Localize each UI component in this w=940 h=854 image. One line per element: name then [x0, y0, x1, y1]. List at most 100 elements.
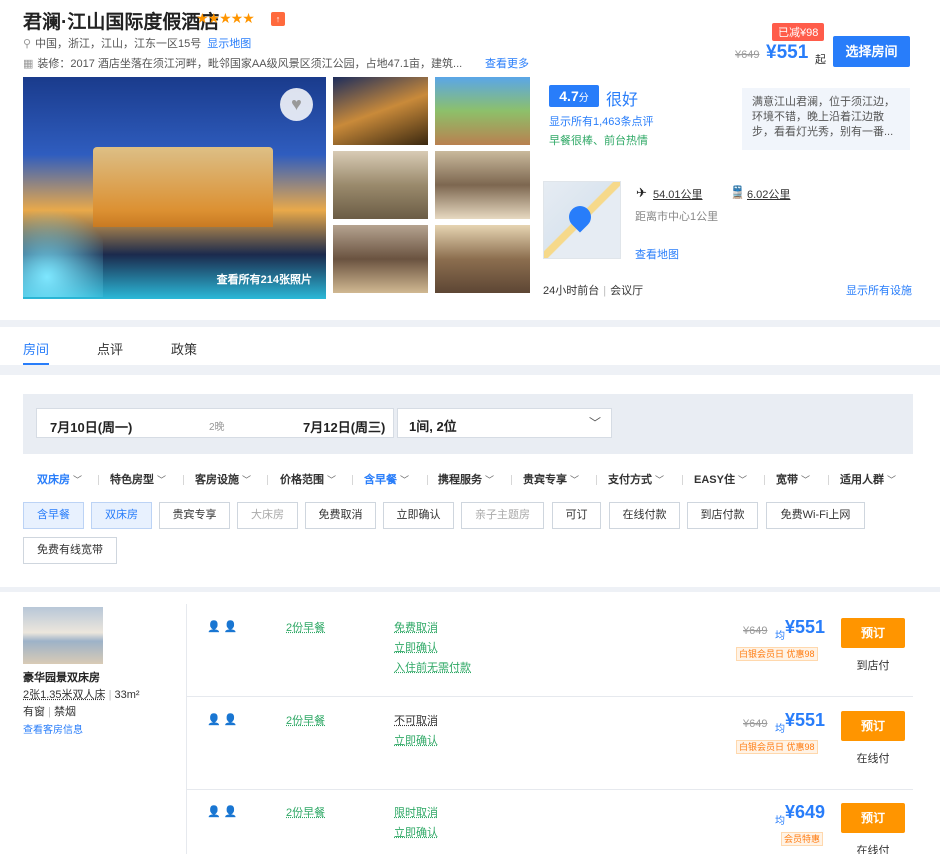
- room-price: ¥551: [785, 710, 826, 730]
- book-button[interactable]: 预订: [841, 618, 905, 648]
- favorite-heart-icon[interactable]: ♥: [280, 88, 313, 121]
- filter-chip[interactable]: 大床房: [237, 502, 298, 529]
- rate-row: 👤👤 2份早餐 不可取消 立即确认 ¥649 均 ¥551 白银会员日 优惠98 预订 在线付: [187, 697, 913, 790]
- filter-dropdown[interactable]: 携程服务 ﹀: [438, 471, 494, 487]
- filter-chip[interactable]: 亲子主题房: [461, 502, 544, 529]
- filter-dropdown[interactable]: EASY住 ﹀: [694, 471, 747, 487]
- search-bar: 7月10日(周一) 2晚 7月12日(周三) 1间, 2位 ﹀: [23, 394, 913, 454]
- photo-thumb[interactable]: [333, 77, 428, 145]
- checkin-date[interactable]: 7月10日(周一): [50, 417, 132, 436]
- filter-chip[interactable]: 免费有线宽带: [23, 537, 117, 564]
- filter-chip[interactable]: 免费取消: [305, 502, 376, 529]
- filter-dropdown[interactable]: 价格范围 ﹀: [280, 471, 336, 487]
- active-tab-underline: [23, 363, 49, 365]
- show-map-link[interactable]: 显示地图: [207, 38, 251, 50]
- fountain-decor: [23, 197, 103, 297]
- filter-dropdown[interactable]: 双床房 ﹀: [37, 471, 82, 487]
- filter-chip[interactable]: 在线付款: [609, 502, 680, 529]
- breakfast-info[interactable]: 2份早餐: [286, 712, 325, 728]
- view-map-link[interactable]: 查看地图: [635, 246, 679, 262]
- filter-dropdown[interactable]: 支付方式 ﹀: [608, 471, 664, 487]
- hotel-address: ⚲ 中国，浙江，江山，江东一区15号 显示地图: [23, 38, 252, 50]
- chevron-down-icon: ﹀: [485, 475, 495, 485]
- guest-selector[interactable]: 1间, 2位 ﹀: [397, 408, 612, 438]
- policy-item[interactable]: 入住前无需付款: [394, 658, 471, 678]
- chevron-down-icon: ﹀: [157, 475, 167, 485]
- all-reviews-link[interactable]: 显示所有1,463条点评: [549, 113, 654, 129]
- city-center-distance: 距离市中心1公里: [635, 211, 719, 223]
- filter-chip[interactable]: 含早餐: [23, 502, 84, 529]
- filter-separator: [511, 475, 512, 485]
- filter-separator: [682, 475, 683, 485]
- tab-rooms[interactable]: 房间: [23, 339, 49, 358]
- filter-chip[interactable]: 免费Wi-Fi上网: [766, 502, 865, 529]
- filter-separator: [98, 475, 99, 485]
- photo-thumb[interactable]: [435, 151, 530, 219]
- filter-chip[interactable]: 可订: [552, 502, 601, 529]
- filter-dropdown[interactable]: 适用人群 ﹀: [840, 471, 896, 487]
- room-photo[interactable]: [23, 607, 103, 664]
- room-bed: 2张1.35米双人床 | 33m²: [23, 689, 140, 701]
- chevron-down-icon: ﹀: [588, 416, 601, 430]
- chevron-down-icon: ﹀: [570, 475, 580, 485]
- main-photo[interactable]: ♥ 查看所有214张照片: [23, 77, 326, 299]
- policy-item[interactable]: 限时取消: [394, 803, 438, 823]
- filter-chip[interactable]: 到店付款: [687, 502, 758, 529]
- chevron-down-icon: ﹀: [887, 475, 897, 485]
- payment-type: 在线付: [856, 845, 890, 854]
- chevron-down-icon: ﹀: [242, 475, 252, 485]
- room-search-panel: 7月10日(周一) 2晚 7月12日(周三) 1间, 2位 ﹀ 双床房 ﹀ 特色房型…: [0, 375, 940, 587]
- payment-type: 在线付: [856, 753, 890, 765]
- filter-dropdown[interactable]: 客房设施 ﹀: [195, 471, 251, 487]
- see-more-link[interactable]: 查看更多: [485, 55, 529, 71]
- airplane-icon: ✈: [636, 185, 647, 200]
- airport-distance[interactable]: 54.01公里: [653, 186, 703, 202]
- book-button[interactable]: 预订: [841, 803, 905, 833]
- room-info-link[interactable]: 查看客房信息: [23, 721, 83, 736]
- nights-count: 2晚: [209, 422, 225, 433]
- select-room-button[interactable]: 选择房间: [833, 36, 910, 67]
- review-quote: 满意江山君澜，位于须江边，环境不错，晚上沿着江边散步，看看灯光秀，别有一番...: [742, 88, 910, 150]
- filter-dropdown[interactable]: 特色房型 ﹀: [110, 471, 166, 487]
- policy-item[interactable]: 免费取消: [394, 618, 471, 638]
- train-distance[interactable]: 6.02公里: [747, 186, 790, 202]
- policy-item[interactable]: 不可取消: [394, 711, 438, 731]
- tab-policies[interactable]: 政策: [171, 339, 197, 358]
- photo-thumb[interactable]: [333, 225, 428, 293]
- policy-item[interactable]: 立即确认: [394, 638, 471, 658]
- filter-chip[interactable]: 贵宾专享: [159, 502, 230, 529]
- filter-chip[interactable]: 双床房: [91, 502, 152, 529]
- guest-count: 1间, 2位: [409, 419, 457, 434]
- photo-thumb[interactable]: [435, 77, 530, 145]
- filter-dropdown[interactable]: 含早餐 ﹀: [364, 471, 409, 487]
- filter-dropdown[interactable]: 贵宾专享 ﹀: [523, 471, 579, 487]
- filter-bar: 双床房 ﹀ 特色房型 ﹀ 客房设施 ﹀ 价格范围 ﹀ 含早餐 ﹀ 携程服务 ﹀ 贵宾专享 ﹀ 支付方式 ﹀ EA…: [23, 471, 913, 491]
- checkout-date[interactable]: 7月12日(周三): [303, 417, 385, 436]
- breakfast-info[interactable]: 2份早餐: [286, 619, 325, 635]
- breakfast-info[interactable]: 2份早餐: [286, 804, 325, 820]
- filter-chip[interactable]: 立即确认: [383, 502, 454, 529]
- price-from-label: 起: [815, 54, 826, 66]
- date-picker[interactable]: 7月10日(周一) 2晚 7月12日(周三): [36, 408, 394, 438]
- view-all-photos-link[interactable]: 查看所有214张照片: [217, 271, 312, 287]
- filter-separator: [352, 475, 353, 485]
- avg-label: 均: [775, 631, 785, 642]
- book-button[interactable]: 预订: [841, 711, 905, 741]
- hotel-header-card: 君澜·江山国际度假酒店 ★★★★★ ↑ ⚲ 中国，浙江，江山，江东一区15号 显示地…: [0, 0, 940, 320]
- filter-separator: [183, 475, 184, 485]
- chevron-down-icon: ﹀: [327, 475, 337, 485]
- room-features: 有窗 | 禁烟: [23, 706, 76, 718]
- discount-badge: 已减¥98: [772, 23, 825, 41]
- original-price: ¥649: [743, 718, 768, 730]
- tab-reviews[interactable]: 点评: [97, 339, 123, 358]
- chevron-down-icon: ﹀: [400, 475, 410, 485]
- room-price: ¥551: [785, 617, 826, 637]
- chevron-down-icon: ﹀: [801, 475, 811, 485]
- filter-dropdown[interactable]: 宽带 ﹀: [776, 471, 810, 487]
- review-tags: 早餐很棒、前台热情: [549, 135, 648, 147]
- all-facilities-link[interactable]: 显示所有设施: [846, 282, 912, 298]
- photo-thumb[interactable]: [435, 225, 530, 293]
- policy-item[interactable]: 立即确认: [394, 823, 438, 843]
- policy-item[interactable]: 立即确认: [394, 731, 438, 751]
- photo-thumb[interactable]: [333, 151, 428, 219]
